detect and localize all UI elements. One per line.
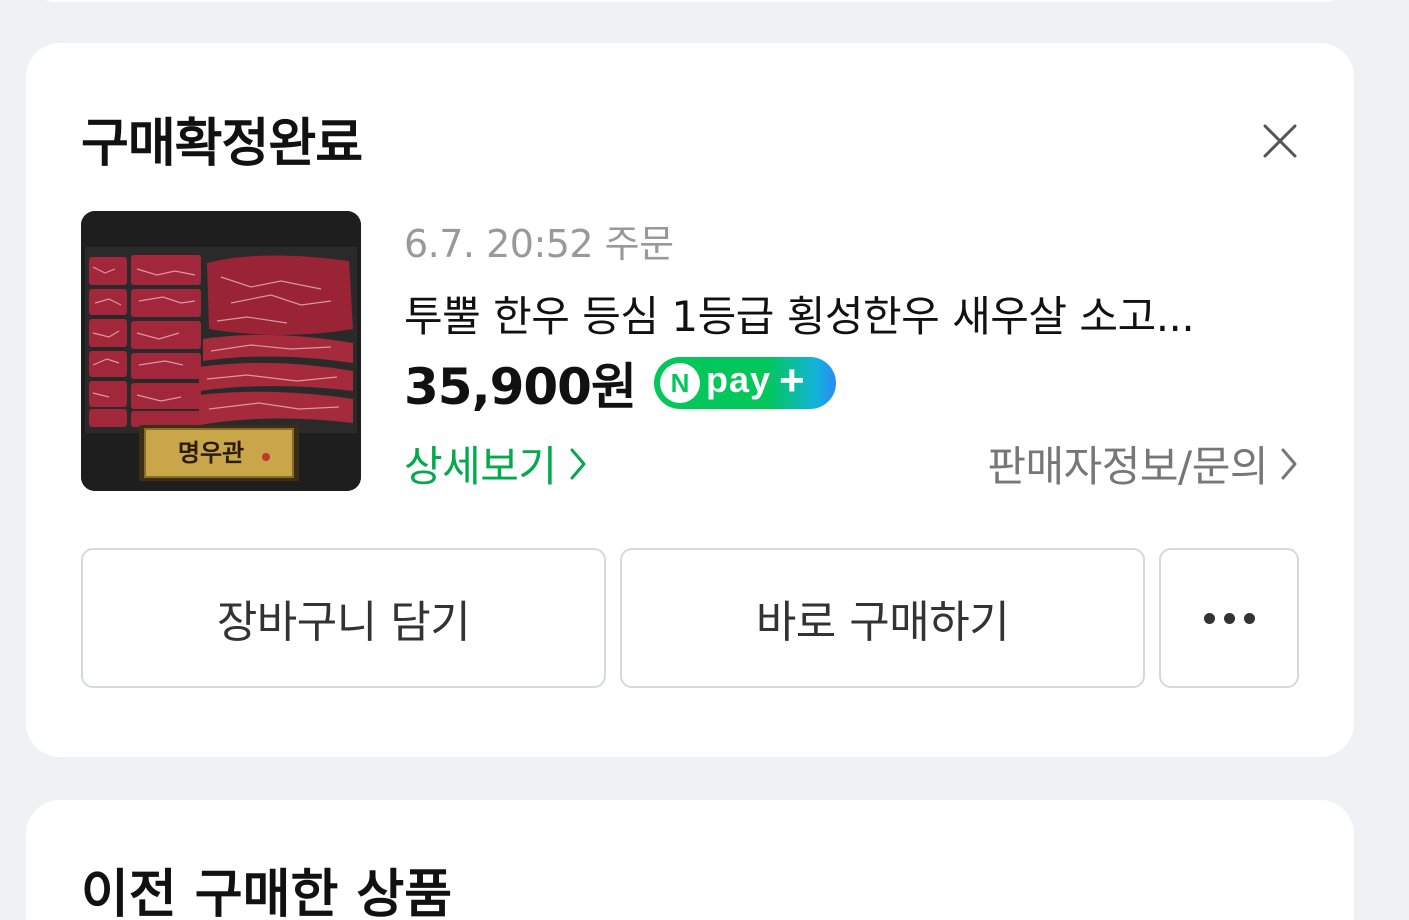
more-icon [1203,612,1255,624]
npay-plus-icon: + [779,357,805,405]
chevron-right-icon [570,448,586,479]
close-icon[interactable] [1262,123,1298,159]
product-thumbnail[interactable]: 명우관 [81,211,361,491]
add-to-cart-button[interactable]: 장바구니 담기 [81,548,606,688]
npay-text: pay [705,359,771,400]
thumbnail-label: 명우관 [178,438,244,467]
more-button[interactable] [1159,548,1299,688]
product-name[interactable]: 투뿔 한우 등심 1등급 횡성한우 새우살 소고... [404,283,1274,344]
previous-card [26,0,1354,2]
detail-link-label: 상세보기 [404,442,557,491]
buy-now-button[interactable]: 바로 구매하기 [620,548,1145,688]
order-date: 6.7. 20:52 주문 [404,222,674,266]
seller-info-label: 판매자정보/문의 [987,442,1268,491]
next-card-title: 이전 구매한 상품 [81,865,453,920]
next-card: 이전 구매한 상품 [26,800,1354,920]
price-row: 35,900원 N pay + [404,353,836,416]
card-title: 구매확정완료 [81,114,363,174]
npay-plus-badge: N pay + [653,357,836,409]
detail-link[interactable]: 상세보기 [404,433,587,494]
chevron-right-icon [1281,448,1297,479]
purchase-confirmed-card: 구매확정완료 명우관 6.7. 20:52 주문 투뿔 한우 등심 1등급 횡성… [26,43,1354,757]
seller-info-link[interactable]: 판매자정보/문의 [987,433,1298,494]
price: 35,900원 [404,358,637,416]
npay-n-icon: N [659,363,700,403]
